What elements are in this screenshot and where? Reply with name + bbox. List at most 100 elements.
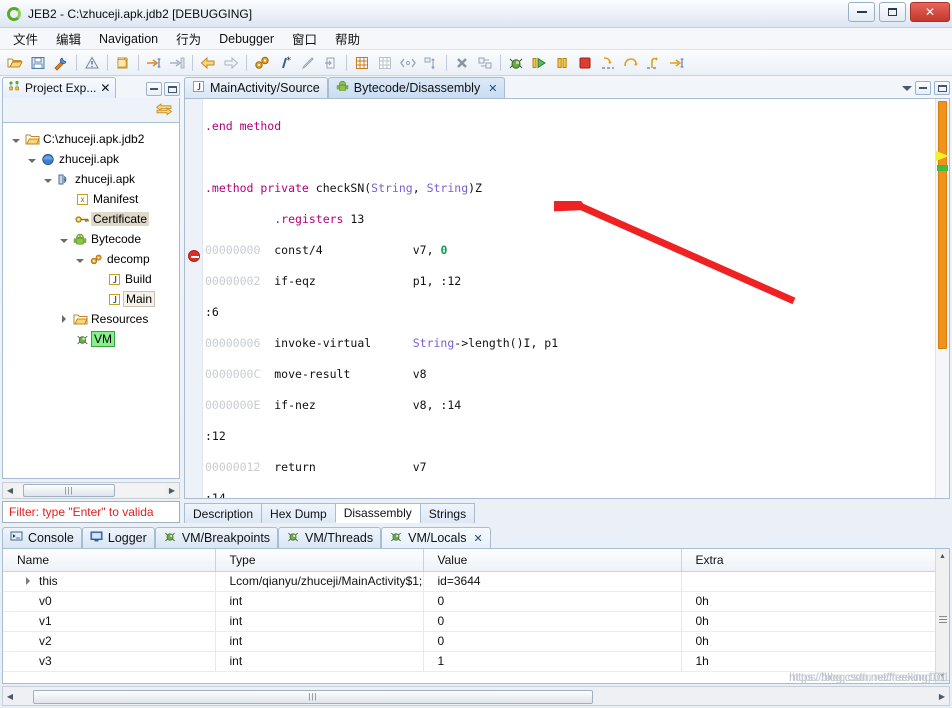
goto-reference-icon[interactable] (166, 52, 188, 74)
comment-icon[interactable]: * (274, 52, 296, 74)
column-header-extra[interactable]: Extra (681, 549, 949, 572)
hscroll-thumb[interactable]: ||| (33, 689, 593, 704)
tab-console[interactable]: Console (2, 527, 82, 548)
tab-bytecode-disassembly[interactable]: Bytecode/Disassembly ✕ (327, 77, 506, 98)
expand-twisty-icon[interactable] (17, 574, 39, 588)
close-icon[interactable]: ✕ (488, 82, 497, 95)
rename-icon[interactable] (297, 52, 319, 74)
scroll-up-icon[interactable]: ▲ (936, 549, 949, 563)
filter-input[interactable]: Filter: type "Enter" to valida (2, 501, 180, 523)
tree-item-main[interactable]: Main (3, 289, 179, 309)
tree-item-manifest[interactable]: x Manifest (3, 189, 179, 209)
maximize-button[interactable] (879, 2, 906, 22)
editor-vscroll-thumb[interactable] (938, 101, 947, 349)
tree-item-decomp[interactable]: decomp (3, 249, 179, 269)
breakpoint-marker[interactable] (188, 250, 200, 262)
tree-item-vm[interactable]: VM (3, 329, 179, 349)
scroll-right-icon[interactable]: ▶ (935, 692, 949, 701)
scroll-left-icon[interactable]: ◀ (3, 486, 17, 495)
link-with-editor-icon[interactable] (155, 102, 173, 119)
tab-vm-locals[interactable]: VM/Locals ✕ (381, 527, 491, 548)
menu-window[interactable]: 窗口 (283, 27, 326, 50)
step-over-icon[interactable] (620, 52, 642, 74)
twisty-icon[interactable] (57, 312, 71, 326)
table-icon[interactable] (351, 52, 373, 74)
tab-project-explorer[interactable]: Project Exp... ✕ (2, 77, 117, 98)
scroll-right-icon[interactable]: ▶ (165, 486, 179, 495)
tree-item-project-root[interactable]: C:\zhuceji.apk.jdb2 (3, 129, 179, 149)
editor-gutter[interactable] (185, 99, 203, 498)
tree-item-apk-package[interactable]: zhuceji.apk (3, 169, 179, 189)
tab-description[interactable]: Description (184, 503, 263, 523)
minimize-button[interactable] (848, 2, 875, 22)
twisty-icon[interactable] (9, 132, 23, 146)
forward-arrow-icon[interactable] (220, 52, 242, 74)
tab-disassembly[interactable]: Disassembly (334, 503, 421, 523)
locals-table-container[interactable]: Name Type Value Extra this Lcom/qianyu/z… (2, 548, 950, 684)
editor-vscrollbar[interactable] (935, 99, 949, 498)
close-icon[interactable]: ✕ (100, 81, 110, 95)
table-row[interactable]: v2 int 0 0h (3, 631, 949, 652)
project-tree-hscrollbar[interactable]: ◀ ||| ▶ (2, 482, 180, 499)
vscroll-thumb[interactable] (939, 614, 947, 624)
tree-item-bytecode[interactable]: Bytecode (3, 229, 179, 249)
editor-minimize-button[interactable] (915, 81, 931, 95)
step-return-icon[interactable] (643, 52, 665, 74)
tree-item-certificate[interactable]: Certificate (3, 209, 179, 229)
table-row[interactable]: v1 int 0 0h (3, 611, 949, 632)
column-header-type[interactable]: Type (215, 549, 424, 572)
hscroll-track[interactable]: ||| (17, 689, 935, 704)
wrench-icon[interactable] (50, 52, 72, 74)
pause-icon[interactable] (551, 52, 573, 74)
debug-icon[interactable] (505, 52, 527, 74)
twisty-icon[interactable] (41, 172, 55, 186)
twisty-icon[interactable] (25, 152, 39, 166)
table-row[interactable]: this Lcom/qianyu/zhuceji/MainActivity$1;… (3, 571, 949, 592)
menu-navigation[interactable]: Navigation (90, 30, 167, 48)
tab-mainactivity-source[interactable]: MainActivity/Source (184, 77, 328, 98)
twisty-icon[interactable] (57, 232, 71, 246)
twisty-icon[interactable] (73, 252, 87, 266)
close-icon[interactable]: ✕ (474, 532, 483, 545)
table-grid-icon[interactable] (374, 52, 396, 74)
vscroll-track[interactable] (936, 563, 949, 669)
tab-hex-dump[interactable]: Hex Dump (261, 503, 336, 523)
warning-icon[interactable] (81, 52, 103, 74)
menu-file[interactable]: 文件 (4, 27, 47, 50)
goto-address-icon[interactable] (143, 52, 165, 74)
stop-icon[interactable] (574, 52, 596, 74)
step-into-icon[interactable] (597, 52, 619, 74)
back-arrow-icon[interactable] (197, 52, 219, 74)
hscroll-track[interactable]: ||| (17, 484, 165, 497)
tab-vm-breakpoints[interactable]: VM/Breakpoints (154, 527, 279, 548)
close-button[interactable]: ✕ (910, 2, 950, 22)
tree-item-build[interactable]: Build (3, 269, 179, 289)
compare-icon[interactable] (474, 52, 496, 74)
open-folder-icon[interactable] (4, 52, 26, 74)
column-header-value[interactable]: Value (423, 549, 682, 572)
run-to-cursor-icon[interactable] (666, 52, 688, 74)
resume-icon[interactable] (528, 52, 550, 74)
chevron-down-icon[interactable] (902, 85, 912, 91)
tab-vm-threads[interactable]: VM/Threads (278, 527, 382, 548)
tab-logger[interactable]: Logger (81, 527, 155, 548)
code-brackets-icon[interactable] (397, 52, 419, 74)
menu-help[interactable]: 帮助 (326, 27, 369, 50)
save-icon[interactable] (27, 52, 49, 74)
table-row[interactable]: v3 int 1 1h (3, 651, 949, 672)
locals-table-vscrollbar[interactable]: ▲ ▼ (935, 549, 949, 683)
hscroll-thumb[interactable]: ||| (23, 484, 115, 497)
export-icon[interactable] (320, 52, 342, 74)
tab-strings[interactable]: Strings (419, 503, 476, 523)
sort-icon[interactable] (420, 52, 442, 74)
new-project-icon[interactable] (112, 52, 134, 74)
panel-minimize-button[interactable] (146, 82, 162, 96)
table-row[interactable]: v0 int 0 0h (3, 591, 949, 612)
column-header-name[interactable]: Name (3, 549, 216, 572)
locals-table-hscrollbar[interactable]: ◀ ||| ▶ (2, 686, 950, 706)
menu-debugger[interactable]: Debugger (210, 30, 283, 48)
gears-icon[interactable] (251, 52, 273, 74)
tree-item-resources[interactable]: Resources (3, 309, 179, 329)
delete-icon[interactable] (451, 52, 473, 74)
panel-maximize-button[interactable] (164, 82, 180, 96)
